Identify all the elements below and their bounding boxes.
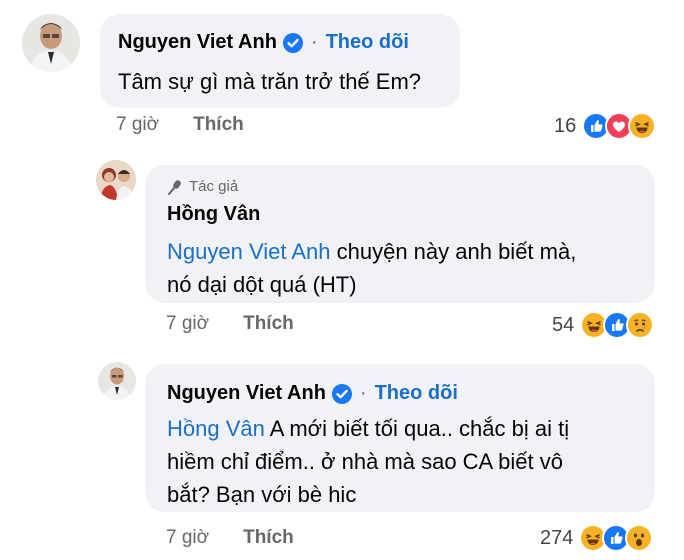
separator-dot: · — [310, 31, 318, 53]
comment-actions: 7 giờ Thích — [166, 527, 294, 549]
wow-icon — [625, 524, 654, 552]
comment-text: Nguyen Viet Anh chuyện này anh biết mà, … — [167, 235, 576, 301]
comment-bubble: Nguyen Viet Anh · Theo dõi Hồng Vân A mớ… — [145, 364, 655, 512]
timestamp[interactable]: 7 giờ — [116, 114, 159, 136]
like-button[interactable]: Thích — [243, 313, 294, 335]
mention-link[interactable]: Hồng Vân — [167, 416, 265, 441]
author-badge: Tác giả — [167, 178, 238, 195]
separator-dot: · — [359, 382, 367, 404]
comment-actions: 7 giờ Thích — [166, 313, 294, 335]
like-button[interactable]: Thích — [193, 114, 244, 136]
sad-icon — [626, 311, 655, 339]
haha-icon — [628, 112, 657, 140]
verified-badge-icon — [331, 383, 352, 404]
comment-text-line-2: hiềm chỉ điểm.. ở nhà mà sao CA biết vô — [167, 449, 563, 474]
microphone-icon — [167, 179, 183, 195]
author-name[interactable]: Nguyen Viet Anh — [167, 382, 326, 405]
author-name[interactable]: Hồng Vân — [167, 203, 260, 226]
author-badge-label: Tác giả — [189, 178, 239, 195]
verified-badge-icon — [282, 32, 303, 53]
follow-button[interactable]: Theo dõi — [375, 382, 458, 405]
avatar[interactable] — [22, 14, 80, 72]
comment-text-line-2: nó dại dột quá (HT) — [167, 272, 357, 297]
reaction-count: 54 — [552, 313, 575, 336]
comment-actions: 7 giờ Thích — [116, 114, 244, 136]
timestamp[interactable]: 7 giờ — [166, 313, 209, 335]
comment-text-line-1: chuyện này anh biết mà, — [330, 239, 577, 264]
avatar[interactable] — [96, 160, 136, 200]
reaction-summary[interactable]: 16 — [554, 112, 657, 140]
timestamp[interactable]: 7 giờ — [166, 527, 209, 549]
reaction-count: 16 — [554, 114, 577, 137]
like-button[interactable]: Thích — [243, 527, 294, 549]
comment-bubble: Nguyen Viet Anh · Theo dõi Tâm sự gì mà … — [100, 14, 460, 108]
comment-text: Tâm sự gì mà trăn trở thế Em? — [118, 69, 422, 94]
reaction-summary[interactable]: 54 — [552, 311, 655, 339]
comment-text: Hồng Vân A mới biết tối qua.. chắc bị ai… — [167, 412, 569, 511]
comment-text-line-3: bắt? Bạn với bè hic — [167, 482, 357, 507]
reaction-summary[interactable]: 274 — [540, 524, 654, 552]
follow-button[interactable]: Theo dõi — [326, 31, 409, 54]
reaction-count: 274 — [540, 526, 574, 549]
author-name[interactable]: Nguyen Viet Anh — [118, 31, 277, 54]
mention-link[interactable]: Nguyen Viet Anh — [167, 239, 331, 264]
comment-text-line-1: A mới biết tối qua.. chắc bị ai tị — [264, 416, 570, 441]
comment-bubble: Tác giả Hồng Vân Nguyen Viet Anh chuyện … — [145, 165, 655, 303]
avatar[interactable] — [98, 362, 136, 400]
